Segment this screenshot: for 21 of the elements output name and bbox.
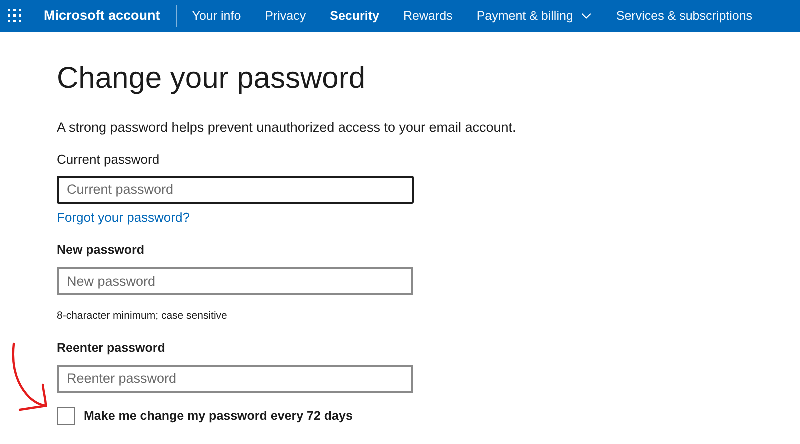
nav-tab[interactable]: Services & subscriptions	[616, 6, 753, 26]
brand-link[interactable]: Microsoft account	[44, 6, 160, 26]
page-title: Change your password	[57, 61, 367, 97]
nav-tab[interactable]: Rewards	[403, 6, 453, 26]
password-field[interactable]: Reenter password	[57, 364, 413, 392]
nav-tab[interactable]: Your info	[192, 6, 242, 26]
field-label: Current password	[57, 151, 161, 170]
app-launcher-icon[interactable]	[8, 9, 22, 23]
annotation-arrow-drawing	[10, 342, 48, 414]
nav-tab[interactable]: Security	[330, 6, 380, 26]
password-field[interactable]: New password	[57, 267, 413, 295]
password-field[interactable]: Current password	[57, 176, 414, 204]
description-text: A strong password helps prevent unauthorized access to your email account.	[57, 119, 518, 137]
checkbox-label: Make me change my password every 72 days	[84, 408, 353, 425]
forgot-password-link[interactable]: Forgot your password?	[57, 208, 190, 228]
checkbox[interactable]	[57, 406, 75, 425]
nav-tab[interactable]: Payment & billing	[476, 6, 592, 26]
field-label: New password	[57, 242, 146, 260]
nav-tab[interactable]: Privacy	[265, 6, 306, 26]
field-label: Reenter password	[57, 340, 166, 357]
hint-text: 8-character minimum; case sensitive	[57, 309, 228, 324]
